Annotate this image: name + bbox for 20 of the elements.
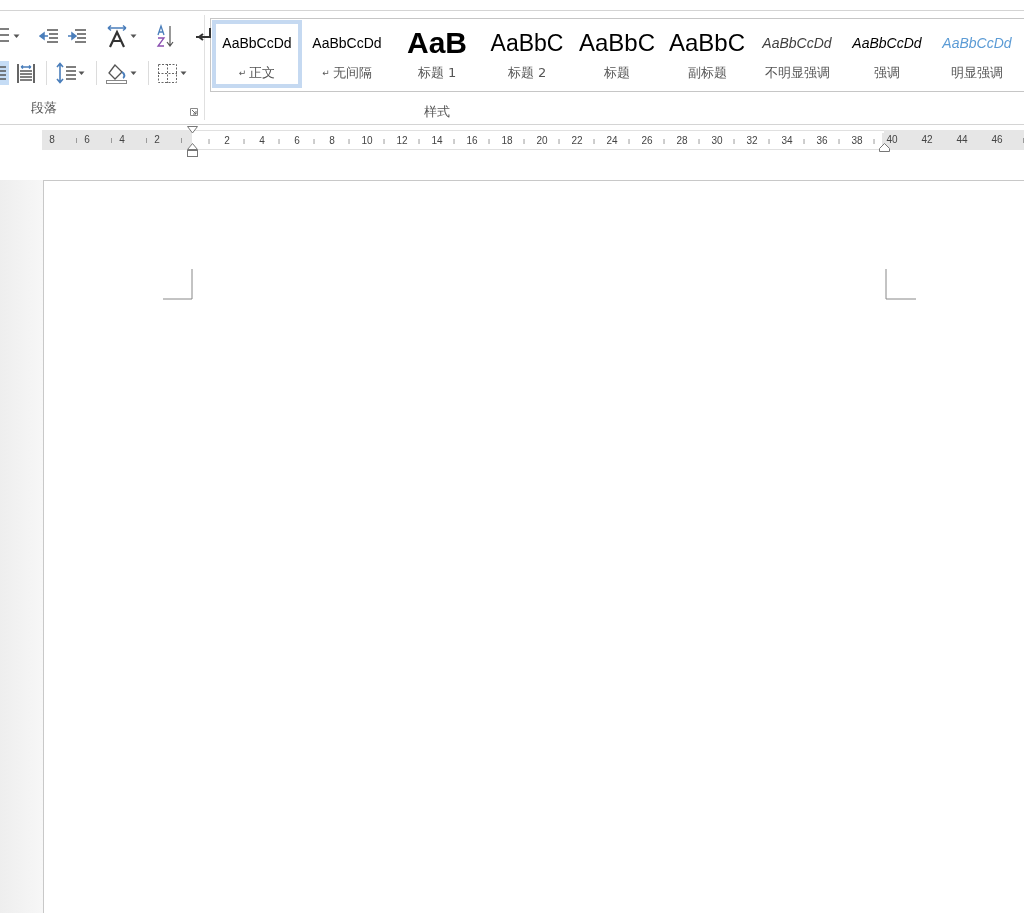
distributed-align-icon [16, 61, 36, 85]
group-label: 样式 [424, 103, 450, 121]
sort-icon [156, 24, 176, 48]
ruler-number: 40 [882, 133, 902, 147]
caret-icon [129, 70, 138, 76]
line-spacing-icon [55, 61, 77, 85]
margin-corner-mark [885, 269, 916, 300]
style-item[interactable]: AaBbCcDd ↵ 正文 [212, 20, 302, 88]
right-indent-marker[interactable] [879, 143, 890, 153]
justify-button[interactable] [0, 61, 9, 85]
dialog-launcher-icon[interactable] [190, 108, 198, 116]
caret-icon [179, 70, 188, 76]
group-label: 段落 [31, 99, 57, 117]
borders-icon [157, 61, 179, 85]
margin-corner-mark [163, 269, 193, 300]
caret-icon [12, 33, 21, 39]
caret-icon [129, 33, 138, 39]
text-direction-icon [105, 24, 129, 48]
caret-icon [77, 70, 86, 76]
hanging-indent-marker[interactable] [187, 143, 198, 158]
